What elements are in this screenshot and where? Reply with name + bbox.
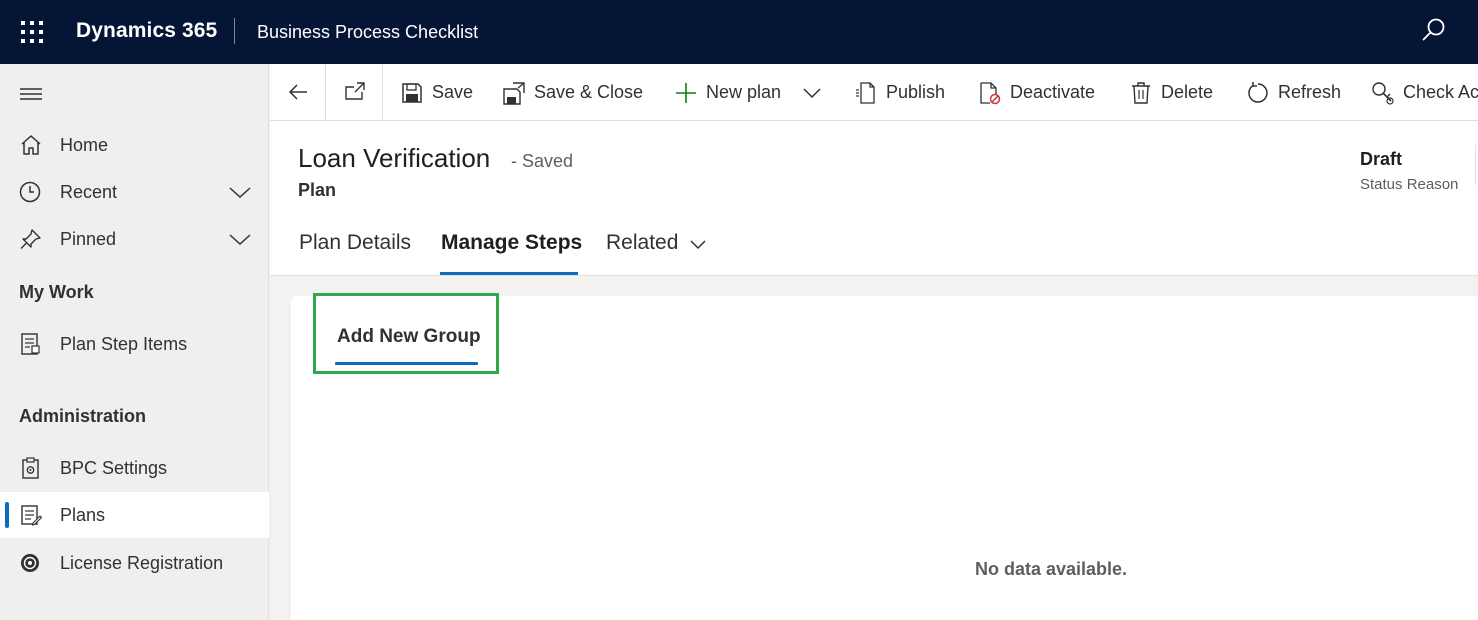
sidebar-item-label: Plans bbox=[60, 505, 106, 525]
chevron-down-icon bbox=[803, 87, 821, 98]
back-button[interactable] bbox=[270, 64, 326, 120]
app-launcher-icon[interactable] bbox=[21, 21, 43, 43]
refresh-button[interactable]: Refresh bbox=[1246, 64, 1342, 120]
sidebar-item-label: License Registration bbox=[60, 553, 224, 573]
plans-list-icon bbox=[19, 504, 43, 526]
home-icon bbox=[19, 134, 43, 156]
delete-button[interactable]: Delete bbox=[1129, 64, 1214, 120]
sidebar-item-recent[interactable]: Recent bbox=[0, 169, 269, 215]
chevron-down-icon[interactable] bbox=[228, 183, 252, 201]
hamburger-menu-icon[interactable] bbox=[20, 86, 42, 102]
section-title-administration: Administration bbox=[19, 406, 147, 426]
sidebar-item-bpc-settings[interactable]: BPC Settings bbox=[0, 445, 269, 491]
arrow-left-icon bbox=[288, 84, 307, 100]
open-in-new-window-icon bbox=[345, 82, 365, 100]
deactivate-button[interactable]: Deactivate bbox=[978, 64, 1096, 120]
entity-name: Plan bbox=[298, 180, 337, 200]
delete-label: Delete bbox=[1161, 82, 1214, 102]
section-title-my-work: My Work bbox=[19, 282, 94, 302]
status-reason-value: Draft bbox=[1360, 149, 1403, 169]
new-plan-label: New plan bbox=[706, 82, 782, 102]
document-icon bbox=[19, 333, 43, 355]
save-label: Save bbox=[432, 82, 474, 102]
refresh-icon bbox=[1248, 81, 1268, 103]
publish-label: Publish bbox=[886, 82, 946, 102]
clock-icon bbox=[19, 181, 43, 203]
sidebar-item-label: Home bbox=[60, 135, 109, 155]
check-access-label: Check Ac bbox=[1403, 82, 1478, 102]
tab-manage-steps[interactable]: Manage Steps bbox=[441, 231, 582, 255]
active-tab-indicator bbox=[440, 272, 578, 275]
tab-plan-details[interactable]: Plan Details bbox=[299, 231, 411, 255]
empty-state-message: No data available. bbox=[975, 559, 1128, 579]
publish-button[interactable]: Publish bbox=[854, 64, 946, 120]
settings-clipboard-icon bbox=[19, 457, 43, 479]
chevron-down-icon[interactable] bbox=[228, 230, 252, 248]
sidebar-item-label: Plan Step Items bbox=[60, 334, 188, 354]
save-status: - Saved bbox=[511, 151, 574, 171]
sidebar-item-plan-step-items[interactable]: Plan Step Items bbox=[0, 321, 269, 367]
add-new-group-button[interactable]: Add New Group bbox=[337, 326, 481, 348]
refresh-label: Refresh bbox=[1278, 82, 1342, 102]
record-title: Loan Verification bbox=[298, 143, 491, 173]
record-header: Loan Verification - Saved Plan Draft Sta… bbox=[270, 121, 1478, 276]
brand-name[interactable]: Dynamics 365 bbox=[76, 19, 217, 43]
publish-icon bbox=[856, 81, 875, 104]
tab-related[interactable]: Related bbox=[606, 231, 678, 255]
command-bar: Save Save & Close New plan Publish Deact… bbox=[270, 64, 1478, 121]
save-button[interactable]: Save bbox=[400, 64, 474, 120]
sidebar-item-label: Pinned bbox=[60, 229, 117, 249]
sidebar-item-label: BPC Settings bbox=[60, 458, 168, 478]
top-bar: Dynamics 365 Business Process Checklist bbox=[0, 0, 1478, 64]
search-icon[interactable] bbox=[1420, 16, 1448, 44]
add-new-group-underline bbox=[335, 362, 478, 365]
save-and-close-label: Save & Close bbox=[534, 82, 644, 102]
save-icon bbox=[402, 82, 422, 103]
trash-icon bbox=[1132, 81, 1150, 104]
sidebar: Home Recent Pinned My Work Plan Step Ite… bbox=[0, 64, 269, 620]
brand-divider bbox=[234, 18, 235, 44]
check-access-icon bbox=[1372, 81, 1394, 105]
sidebar-item-label: Recent bbox=[60, 182, 118, 202]
sidebar-item-home[interactable]: Home bbox=[0, 122, 269, 168]
manage-steps-panel: Add New Group No data available. bbox=[291, 293, 1478, 620]
new-plan-dropdown[interactable] bbox=[802, 64, 822, 120]
pin-icon bbox=[19, 228, 43, 250]
save-and-close-icon bbox=[503, 81, 525, 105]
deactivate-icon bbox=[980, 81, 1001, 104]
deactivate-label: Deactivate bbox=[1010, 82, 1096, 102]
status-reason-label: Status Reason bbox=[1360, 176, 1459, 193]
chevron-down-icon[interactable] bbox=[689, 237, 707, 251]
selected-indicator bbox=[5, 502, 9, 528]
plus-icon bbox=[676, 82, 696, 103]
license-icon bbox=[19, 552, 43, 574]
new-plan-button[interactable]: New plan bbox=[674, 64, 782, 120]
header-divider bbox=[1475, 145, 1476, 185]
sidebar-item-plans[interactable]: Plans bbox=[0, 492, 269, 538]
save-and-close-button[interactable]: Save & Close bbox=[502, 64, 644, 120]
open-in-new-window-button[interactable] bbox=[327, 64, 383, 120]
sidebar-item-license-registration[interactable]: License Registration bbox=[0, 540, 269, 586]
app-title[interactable]: Business Process Checklist bbox=[257, 22, 478, 43]
sidebar-item-pinned[interactable]: Pinned bbox=[0, 216, 269, 262]
check-access-button[interactable]: Check Ac bbox=[1371, 64, 1478, 120]
